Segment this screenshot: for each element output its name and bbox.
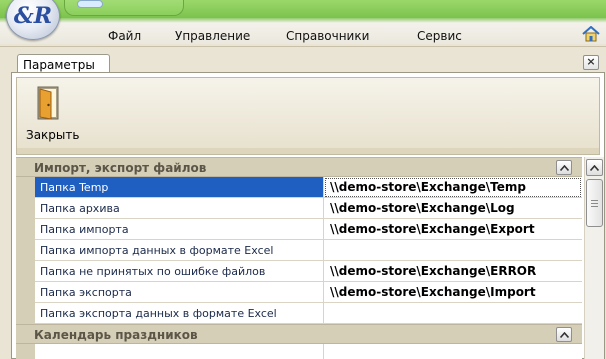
quick-access-bar[interactable]	[64, 0, 184, 16]
property-name[interactable]: Папка Temp	[35, 177, 324, 198]
quick-access-icon[interactable]	[77, 0, 103, 8]
menu-file[interactable]: Файл	[108, 29, 141, 43]
collapse-group-button[interactable]	[556, 327, 572, 342]
group-title: Импорт, экспорт файлов	[34, 161, 207, 175]
group-header-import-export[interactable]: Импорт, экспорт файлов	[16, 157, 582, 177]
property-row-holiday[interactable]	[16, 344, 582, 359]
property-row-temp[interactable]: Папка Temp \\demo-store\Exchange\Temp	[16, 177, 582, 198]
group-title: Календарь праздников	[34, 328, 198, 342]
thumb-grip	[591, 200, 598, 201]
document-tab-strip: Параметры ×	[0, 46, 606, 74]
close-tab-icon[interactable]: ×	[583, 55, 599, 70]
property-value[interactable]	[324, 344, 582, 359]
property-value[interactable]	[324, 240, 582, 261]
tab-parameters-label: Параметры	[23, 58, 95, 72]
property-name[interactable]: Папка экспорта	[35, 282, 324, 303]
property-name[interactable]: Папка экспорта данных в формате Excel	[35, 303, 324, 324]
property-value[interactable]: \\demo-store\Exchange\ERROR	[324, 261, 582, 282]
property-name[interactable]: Папка импорта данных в формате Excel	[35, 240, 324, 261]
property-name[interactable]: Папка импорта	[35, 219, 324, 240]
vertical-scrollbar[interactable]	[584, 157, 604, 359]
parameters-panel: Закрыть Импорт, экспорт файлов Папка Tem…	[11, 72, 605, 359]
property-row-import[interactable]: Папка импорта \\demo-store\Exchange\Expo…	[16, 219, 582, 240]
property-value[interactable]: \\demo-store\Exchange\Log	[324, 198, 582, 219]
row-gutter	[16, 261, 35, 282]
thumb-grip	[591, 206, 598, 207]
scroll-thumb[interactable]	[586, 179, 603, 227]
property-grid: Импорт, экспорт файлов Папка Temp \\demo…	[16, 157, 582, 359]
menu-references[interactable]: Справочники	[286, 29, 369, 43]
property-name[interactable]	[35, 344, 324, 359]
property-value[interactable]: \\demo-store\Exchange\Import	[324, 282, 582, 303]
menu-service[interactable]: Сервис	[417, 29, 462, 43]
property-row-archive[interactable]: Папка архива \\demo-store\Exchange\Log	[16, 198, 582, 219]
property-name[interactable]: Папка не принятых по ошибке файлов	[35, 261, 324, 282]
menu-management[interactable]: Управление	[175, 29, 250, 43]
scroll-up-button[interactable]	[586, 159, 603, 176]
collapse-up-icon	[560, 332, 569, 338]
toolbar: Закрыть	[16, 77, 600, 155]
home-icon[interactable]	[582, 26, 600, 42]
group-header-holidays[interactable]: Календарь праздников	[16, 324, 582, 344]
scroll-up-icon	[590, 165, 599, 171]
property-row-import-excel[interactable]: Папка импорта данных в формате Excel	[16, 240, 582, 261]
row-gutter	[16, 344, 35, 359]
menu-bar: Файл Управление Справочники Сервис	[0, 26, 606, 46]
property-name[interactable]: Папка архива	[35, 198, 324, 219]
property-value[interactable]: \\demo-store\Exchange\Export	[324, 219, 582, 240]
row-gutter	[16, 282, 35, 303]
property-value[interactable]	[324, 303, 582, 324]
row-gutter	[16, 177, 35, 198]
toolbar-bottom-edge	[17, 148, 599, 154]
row-gutter	[16, 219, 35, 240]
thumb-grip	[591, 203, 598, 204]
door-exit-icon	[37, 86, 59, 120]
property-row-export[interactable]: Папка экспорта \\demo-store\Exchange\Imp…	[16, 282, 582, 303]
property-row-export-excel[interactable]: Папка экспорта данных в формате Excel	[16, 303, 582, 324]
row-gutter	[16, 240, 35, 261]
collapse-up-icon	[560, 165, 569, 171]
collapse-group-button[interactable]	[556, 160, 572, 175]
tab-parameters[interactable]: Параметры	[17, 54, 110, 74]
property-row-error[interactable]: Папка не принятых по ошибке файлов \\dem…	[16, 261, 582, 282]
row-gutter	[16, 303, 35, 324]
row-gutter	[16, 198, 35, 219]
close-button[interactable]: Закрыть	[23, 84, 80, 146]
property-value[interactable]: \\demo-store\Exchange\Temp	[324, 177, 582, 198]
close-button-label: Закрыть	[26, 128, 80, 142]
